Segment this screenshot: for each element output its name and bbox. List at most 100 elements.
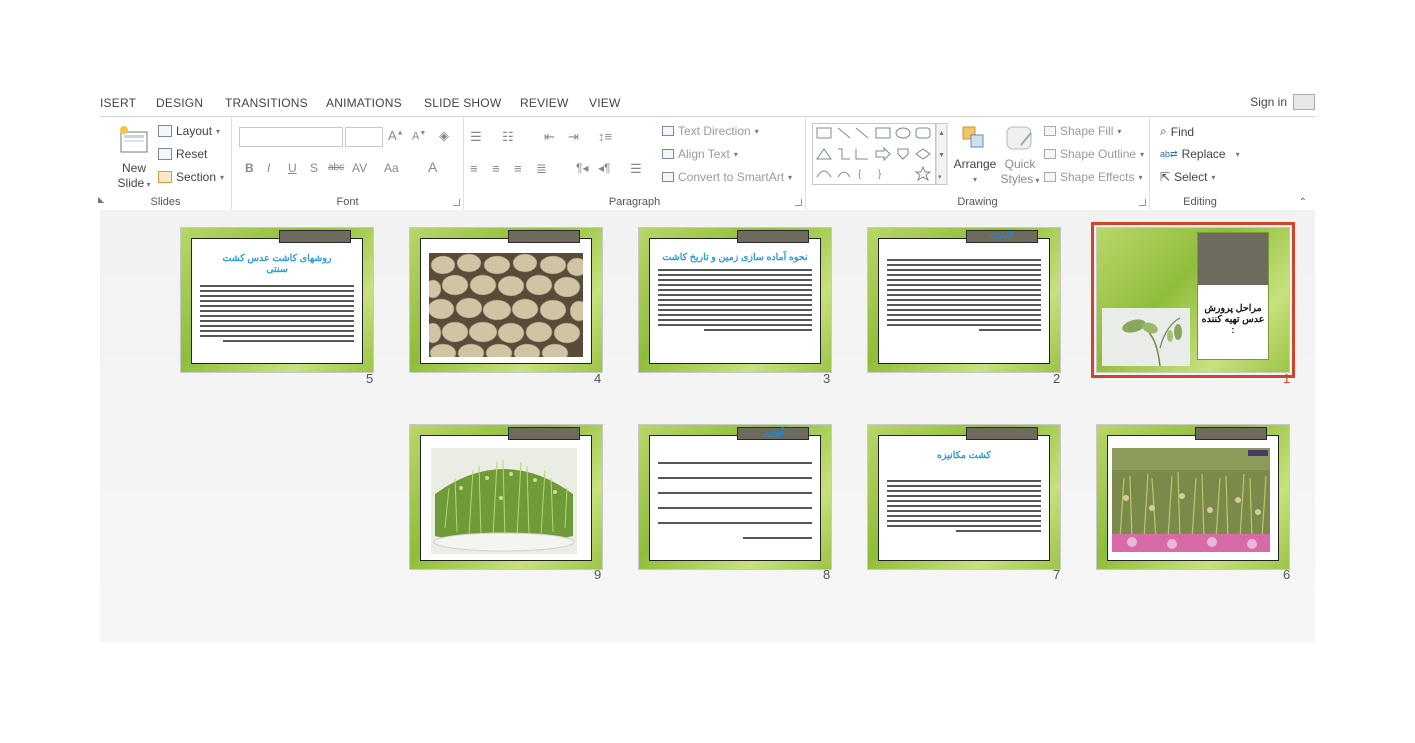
slide-9-content	[420, 435, 592, 561]
collapse-ribbon-icon[interactable]: ⌃	[1299, 197, 1307, 208]
slide-thumbnail-7[interactable]: کشت مکانیزه	[867, 424, 1061, 570]
bullets-icon[interactable]: ☰	[470, 129, 482, 145]
justify-icon[interactable]: ≣	[536, 161, 547, 177]
slide-number-4: 4	[594, 371, 602, 386]
decrease-indent-icon[interactable]: ⇤	[544, 129, 555, 145]
slide-6-content	[1107, 435, 1279, 561]
bold-icon[interactable]: B	[245, 161, 254, 175]
svg-text:▾: ▾	[938, 174, 942, 181]
find-button[interactable]: ⌕ Find	[1160, 124, 1194, 139]
numbering-icon[interactable]: ☷	[502, 129, 514, 145]
quick-styles-label-line2: Styles	[1000, 172, 1034, 186]
shape-fill-button[interactable]: Shape Fill ▾	[1044, 124, 1121, 138]
character-spacing-icon[interactable]: AV	[352, 161, 367, 175]
replace-button[interactable]: ab⇄ Replace ▾	[1160, 147, 1240, 161]
slide-thumbnail-5[interactable]: روشهای کاشت عدس کشت سنتی	[180, 227, 374, 373]
font-group: A▲ A▼ ◈ B I U S abc AV Aa A Font	[232, 117, 464, 210]
sign-in[interactable]: Sign in	[1250, 94, 1315, 110]
align-text-label: Align Text	[678, 147, 730, 161]
text-direction-icon	[662, 126, 674, 136]
arrange-button[interactable]: Arrange ▾	[952, 123, 998, 193]
columns-icon[interactable]: ☰	[630, 161, 642, 177]
section-icon	[158, 171, 172, 183]
slide-4-tag-bar	[508, 230, 580, 243]
sign-in-label[interactable]: Sign in	[1250, 95, 1287, 109]
replace-label: Replace	[1181, 147, 1226, 161]
reset-icon	[158, 148, 172, 160]
slide-number-1: 1	[1283, 371, 1291, 386]
slide-number-7: 7	[1053, 567, 1061, 582]
align-center-icon[interactable]: ≡	[492, 161, 500, 176]
increase-indent-icon[interactable]: ⇥	[568, 129, 579, 145]
drawing-group-label: Drawing	[957, 196, 998, 208]
slide-thumbnail-6[interactable]	[1096, 424, 1290, 570]
shape-effects-icon	[1044, 172, 1056, 182]
shape-effects-label: Shape Effects	[1060, 170, 1135, 184]
tab-view[interactable]: VIEW	[589, 96, 620, 110]
slide-4-content	[420, 238, 592, 364]
new-slide-icon	[120, 126, 148, 153]
ltr-icon[interactable]: ¶◂	[576, 161, 588, 175]
tab-slide-show[interactable]: SLIDE SHOW	[424, 96, 501, 110]
align-text-button[interactable]: Align Text ▾	[662, 147, 738, 161]
quick-styles-icon	[1006, 126, 1032, 150]
underline-icon[interactable]: U	[288, 161, 297, 175]
paragraph-launcher-icon[interactable]	[795, 199, 802, 206]
tab-insert[interactable]: ISERT	[100, 96, 136, 110]
shape-effects-button[interactable]: Shape Effects ▾	[1044, 170, 1143, 184]
tab-design[interactable]: DESIGN	[156, 96, 203, 110]
slide-3-text-block	[658, 269, 812, 334]
find-label: Find	[1170, 124, 1195, 139]
layout-icon	[158, 125, 172, 137]
shrink-font-icon[interactable]: A▼	[412, 130, 426, 143]
text-direction-button[interactable]: Text Direction ▾	[662, 124, 759, 138]
font-color-icon[interactable]: A	[428, 159, 437, 175]
slide-3-tag-bar	[737, 230, 809, 243]
font-launcher-icon[interactable]	[453, 199, 460, 206]
arrange-label: Arrange	[953, 157, 997, 171]
slide-thumbnail-3[interactable]: نحوه آماده سازی زمین و تاریخ کاشت	[638, 227, 832, 373]
quick-styles-button[interactable]: Quick Styles ▾	[1000, 123, 1040, 193]
slide-6-sprouts-image	[1112, 448, 1270, 552]
shape-outline-icon	[1044, 149, 1056, 159]
clear-formatting-icon[interactable]: ◈	[439, 128, 449, 144]
grow-font-icon[interactable]: A▲	[388, 128, 404, 143]
tab-review[interactable]: REVIEW	[520, 96, 569, 110]
select-button[interactable]: ⇱ Select ▾	[1160, 170, 1215, 184]
shapes-gallery[interactable]: {} ▲▼▾	[812, 123, 948, 185]
arrange-icon	[962, 126, 984, 148]
slide-7-content: کشت مکانیزه	[878, 435, 1050, 561]
section-button[interactable]: Section ▾	[158, 170, 224, 184]
slide-thumbnail-9[interactable]	[409, 424, 603, 570]
layout-label: Layout	[176, 124, 213, 138]
slide-thumbnail-1[interactable]: مراحل پرورش عدس تهیه کننده :	[1091, 222, 1295, 378]
slide-thumbnail-8[interactable]: آبیاری	[638, 424, 832, 570]
font-name-field[interactable]	[239, 127, 343, 147]
strikethrough-icon[interactable]: abc	[328, 162, 344, 173]
reset-button[interactable]: Reset	[158, 147, 207, 161]
new-slide-button[interactable]: New Slide ▾	[114, 123, 154, 193]
tab-transitions[interactable]: TRANSITIONS	[225, 96, 308, 110]
slide-number-6: 6	[1283, 567, 1291, 582]
shape-outline-button[interactable]: Shape Outline ▾	[1044, 147, 1144, 161]
change-case-icon[interactable]: Aa	[384, 161, 399, 175]
reset-label: Reset	[176, 147, 208, 161]
line-spacing-icon[interactable]: ↕≡	[598, 129, 612, 144]
align-left-icon[interactable]: ≡	[470, 161, 478, 176]
svg-text:▲: ▲	[938, 130, 945, 137]
align-right-icon[interactable]: ≡	[514, 161, 522, 176]
slide-thumbnail-2[interactable]: کاشت	[867, 227, 1061, 373]
editing-group-label: Editing	[1183, 196, 1217, 208]
shadow-icon[interactable]: S	[310, 161, 318, 175]
drawing-launcher-icon[interactable]	[1139, 199, 1146, 206]
rtl-icon[interactable]: ◂¶	[598, 161, 610, 175]
text-direction-label: Text Direction	[678, 124, 751, 138]
tab-animations[interactable]: ANIMATIONS	[326, 96, 402, 110]
slide-thumbnail-4[interactable]	[409, 227, 603, 373]
convert-smartart-button[interactable]: Convert to SmartArt ▾	[662, 170, 792, 184]
find-icon: ⌕	[1160, 124, 1167, 138]
layout-button[interactable]: Layout ▾	[158, 124, 220, 138]
italic-icon[interactable]: I	[267, 161, 270, 175]
slide-8-tag-bar: آبیاری	[737, 427, 809, 440]
font-size-field[interactable]	[345, 127, 383, 147]
